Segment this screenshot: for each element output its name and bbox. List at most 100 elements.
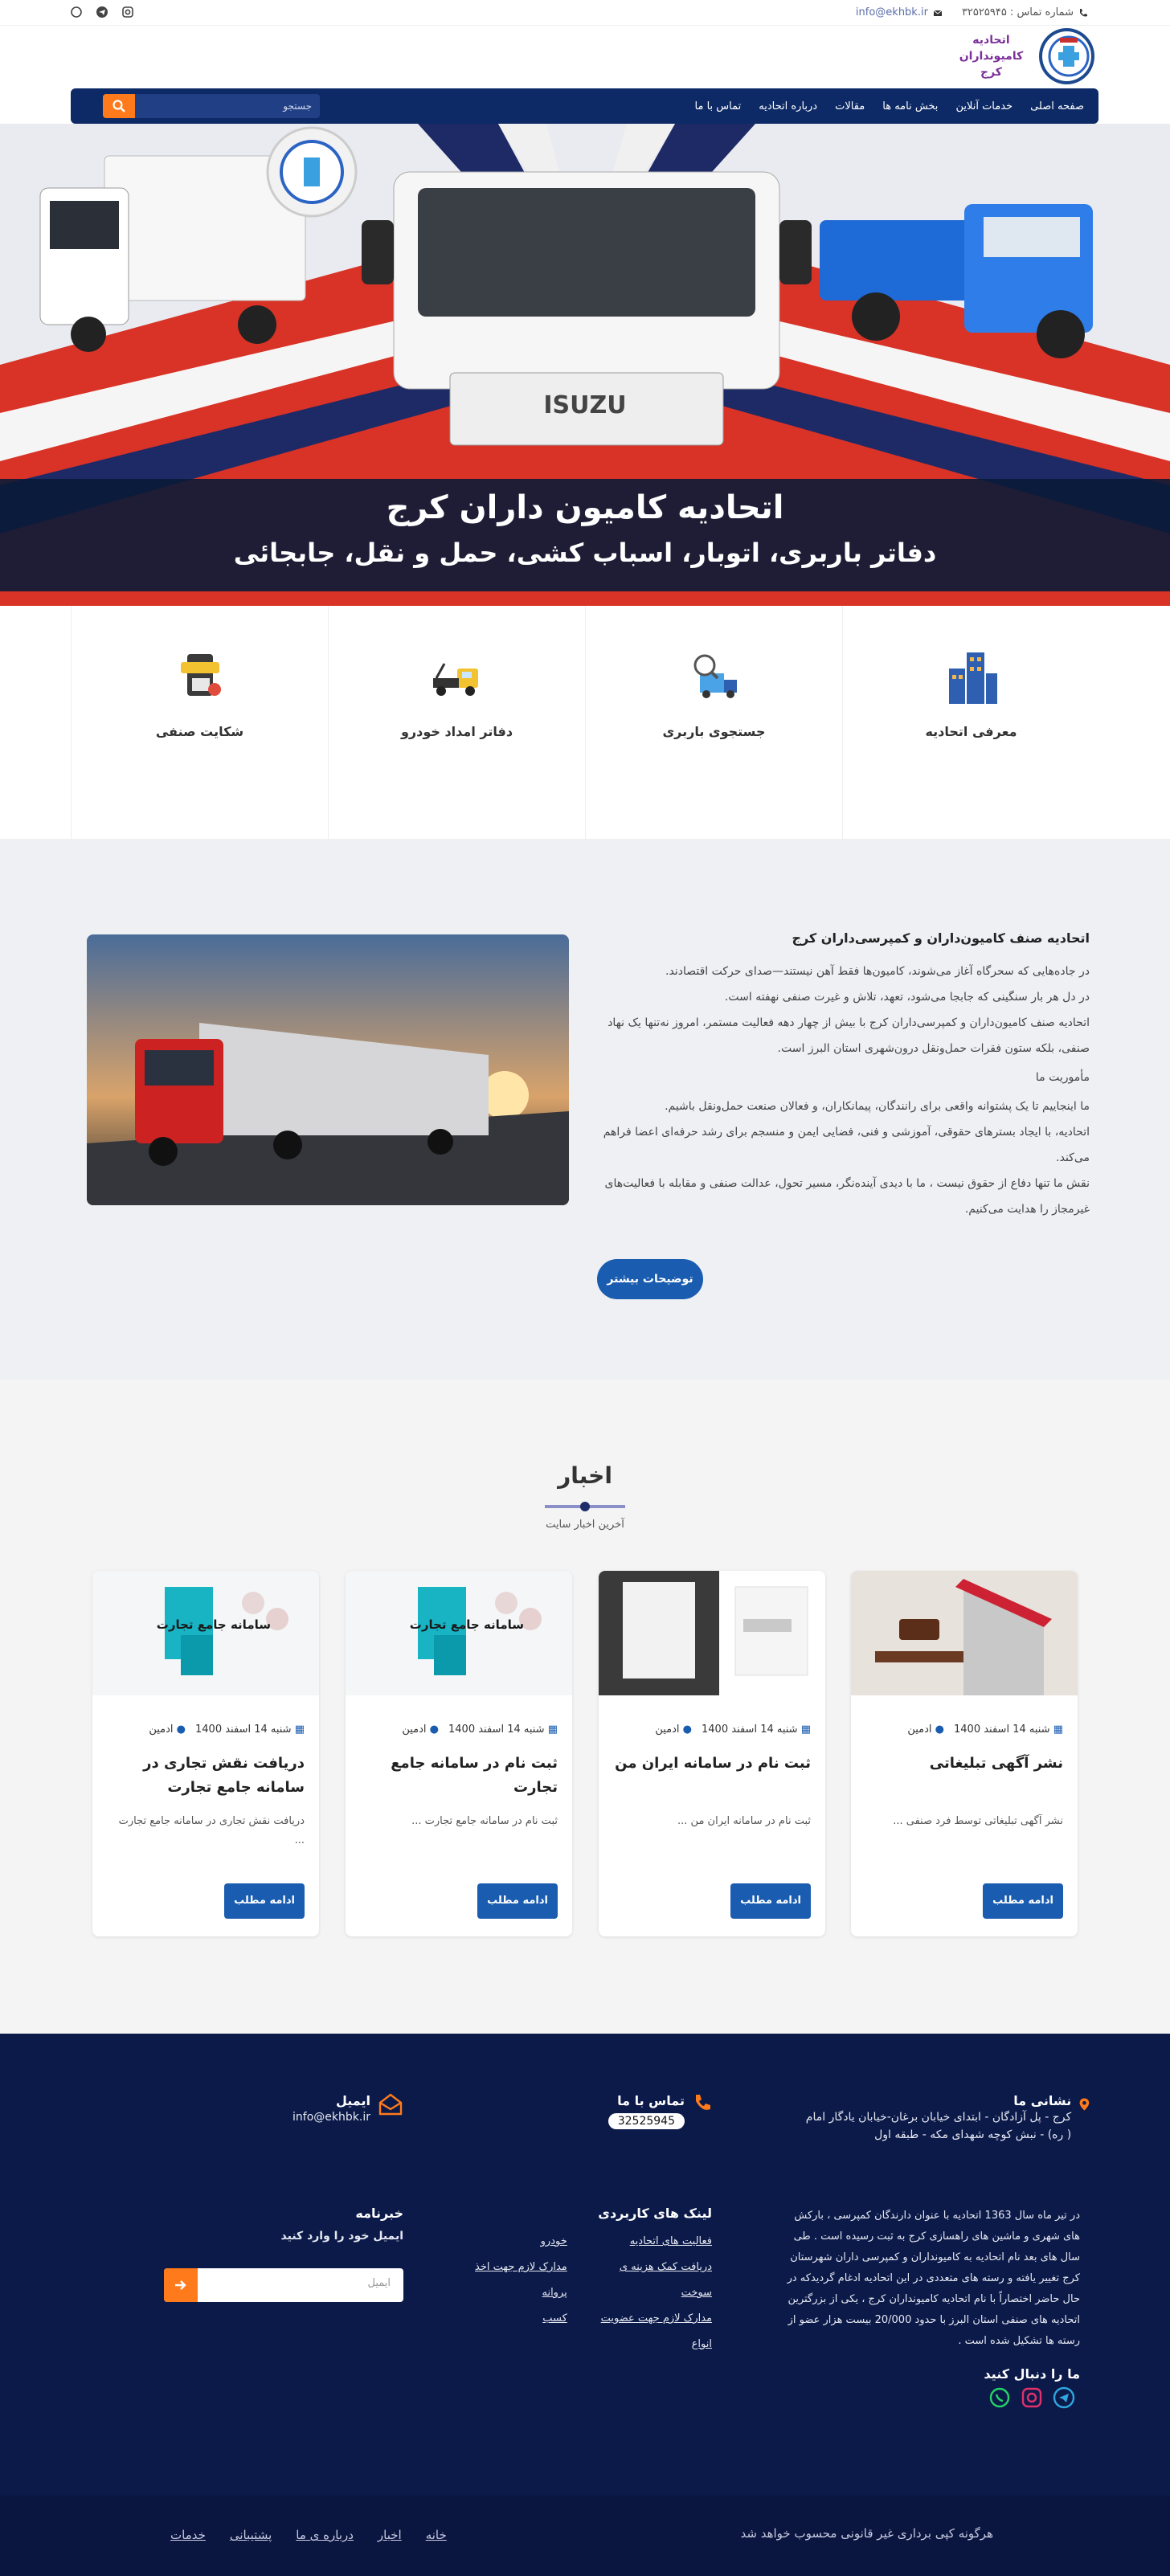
- whatsapp-icon[interactable]: [988, 2386, 1011, 2409]
- mission-title: مأموریت ما: [1035, 1071, 1090, 1084]
- news-card-image-caption: سامانه جامع تجارت: [156, 1617, 271, 1632]
- footer-bottom-bar: هرگونه کپی برداری غیر قانونی محسوب خواهد…: [0, 2496, 1170, 2576]
- news-card-title[interactable]: ثبت نام در سامانه جامع تجارت: [360, 1752, 558, 1800]
- arrow-right-icon: [175, 2280, 186, 2290]
- news-author-text: ادمین: [655, 1723, 680, 1736]
- read-more-button[interactable]: ادامه مطلب: [730, 1883, 811, 1919]
- footer-link[interactable]: خودرو: [455, 2229, 567, 2255]
- newsletter-submit-button[interactable]: [164, 2268, 198, 2302]
- news-card[interactable]: سامانه جامع تجارت ▦ شنبه 14 اسفند 1400 ●…: [346, 1571, 572, 1936]
- news-card-author: ● ادمین: [907, 1723, 944, 1736]
- bottom-links: خانه اخبار درباره ی ما پشتیبانی خدمات: [170, 2528, 447, 2542]
- nav-item-contact[interactable]: تماس با ما: [695, 100, 742, 112]
- hero-slider: ISUZU اتحادیه کامیون داران کرج دفاتر بار…: [0, 124, 1170, 606]
- news-card[interactable]: سامانه جامع تجارت ▦ شنبه 14 اسفند 1400 ●…: [92, 1571, 319, 1936]
- read-more-button[interactable]: ادامه مطلب: [983, 1883, 1063, 1919]
- news-card-date: ▦ شنبه 14 اسفند 1400: [954, 1723, 1063, 1736]
- news-card-meta: ▦ شنبه 14 اسفند 1400 ● ادمین: [149, 1723, 305, 1736]
- telegram-icon[interactable]: [95, 5, 109, 19]
- user-icon: ●: [931, 1723, 944, 1736]
- news-card-date: ▦ شنبه 14 اسفند 1400: [448, 1723, 558, 1736]
- instagram-icon[interactable]: [1021, 2386, 1043, 2409]
- footer-link[interactable]: دریافت کمک هزینه ی سوخت: [587, 2255, 712, 2306]
- news-card-title[interactable]: نشر آگهی تبلیغاتی: [865, 1752, 1063, 1776]
- top-contact: شماره تماس : ۳۲۵۲۵۹۴۵ info@ekhbk.ir: [856, 6, 1088, 18]
- contact-title: تماس با ما: [617, 2093, 685, 2108]
- news-date-text: شنبه 14 اسفند 1400: [702, 1723, 798, 1736]
- footer-link[interactable]: مدارک لازم جهت اخذ پروانه: [455, 2255, 567, 2306]
- about-paragraph: در جاده‌هایی که سحرگاه آغاز می‌شوند، کام…: [665, 965, 1090, 978]
- instagram-icon[interactable]: [121, 5, 135, 19]
- email-contact[interactable]: info@ekhbk.ir: [856, 6, 943, 18]
- service-union-intro[interactable]: معرفی اتحادیه: [842, 606, 1099, 839]
- news-card-excerpt: ثبت نام در سامانه ایران من ...: [677, 1815, 811, 1827]
- news-card[interactable]: ▦ شنبه 14 اسفند 1400 ● ادمین نشر آگهی تب…: [851, 1571, 1078, 1936]
- service-roadside-assist[interactable]: دفاتر امداد خودرو: [328, 606, 585, 839]
- phone-icon: [1080, 8, 1087, 16]
- phone-icon: [696, 2095, 710, 2110]
- news-card-image: [851, 1571, 1078, 1695]
- service-complaint[interactable]: شکایت صنفی: [71, 606, 328, 839]
- read-more-button[interactable]: ادامه مطلب: [224, 1883, 305, 1919]
- search-input[interactable]: جستجو: [135, 94, 320, 118]
- user-icon: ●: [679, 1723, 692, 1736]
- news-author-text: ادمین: [402, 1723, 427, 1736]
- nav-item-home[interactable]: صفحه اصلی: [1030, 100, 1084, 112]
- envelope-open-icon: [378, 2093, 403, 2116]
- newsletter-email-input[interactable]: ایمیل: [164, 2268, 403, 2302]
- about-truck-image: [87, 934, 569, 1205]
- news-card-title[interactable]: ثبت نام در سامانه ایران من: [613, 1752, 811, 1776]
- bottom-link-home[interactable]: خانه: [426, 2528, 447, 2542]
- footer-about-text: در تیر ماه سال 1363 اتحادیه با عنوان دار…: [787, 2210, 1080, 2347]
- about-paragraph: اتحادیه صنف کامیون‌داران و کمپرسی‌داران …: [608, 1016, 1090, 1055]
- logo-line2: کامیونداران کرج: [959, 50, 1024, 79]
- news-divider-dot: [580, 1502, 590, 1511]
- bottom-link-services[interactable]: خدمات: [170, 2528, 206, 2542]
- news-date-text: شنبه 14 اسفند 1400: [954, 1723, 1050, 1736]
- footer-email-address[interactable]: info@ekhbk.ir: [292, 2108, 370, 2126]
- news-card-title[interactable]: دریافت نقش تجاری در سامانه جامع تجارت: [107, 1752, 305, 1800]
- news-card-image-caption: سامانه جامع تجارت: [409, 1617, 524, 1632]
- bottom-link-support[interactable]: پشتیبانی: [230, 2528, 272, 2542]
- footer-social: [988, 2386, 1075, 2409]
- whatsapp-icon[interactable]: [69, 5, 84, 19]
- footer-phone[interactable]: 32525945: [608, 2113, 685, 2129]
- news-card-author: ● ادمین: [402, 1723, 439, 1736]
- delivery-truck-search-icon: [693, 654, 737, 698]
- news-subtitle: آخرین اخبار سایت: [546, 1519, 624, 1531]
- hero-title: اتحادیه کامیون داران کرج: [386, 489, 784, 526]
- footer-link[interactable]: فعالیت های اتحادیه: [587, 2229, 712, 2255]
- news-title: اخبار: [558, 1462, 612, 1489]
- news-card-meta: ▦ شنبه 14 اسفند 1400 ● ادمین: [907, 1723, 1063, 1736]
- news-card-excerpt: دریافت نقش تجاری در سامانه جامع تجارت ..…: [118, 1815, 305, 1846]
- about-paragraph: اتحادیه، با ایجاد بسترهای حقوقی، آموزشی …: [603, 1126, 1090, 1164]
- calendar-icon: ▦: [797, 1723, 811, 1736]
- news-card[interactable]: ▦ شنبه 14 اسفند 1400 ● ادمین ثبت نام در …: [599, 1571, 825, 1936]
- tow-truck-icon: [432, 663, 478, 696]
- nav-item-online-services[interactable]: خدمات آنلاین: [955, 100, 1012, 112]
- newsletter-title: خبرنامه: [355, 2206, 403, 2221]
- nav-item-about[interactable]: درباره اتحادیه: [759, 100, 817, 112]
- service-label: معرفی اتحادیه: [925, 724, 1017, 739]
- phone-contact[interactable]: شماره تماس : ۳۲۵۲۵۹۴۵: [962, 6, 1088, 18]
- news-author-text: ادمین: [907, 1723, 932, 1736]
- bottom-link-news[interactable]: اخبار: [378, 2528, 402, 2542]
- footer-link[interactable]: کسب: [455, 2306, 567, 2332]
- more-details-button[interactable]: توضیحات بیشتر: [597, 1259, 703, 1299]
- email-label: info@ekhbk.ir: [855, 6, 928, 18]
- search-button[interactable]: [103, 94, 135, 118]
- bottom-link-about[interactable]: درباره ی ما: [296, 2528, 354, 2542]
- hero-truck-brand: ISUZU: [543, 391, 626, 419]
- telegram-icon[interactable]: [1053, 2386, 1075, 2409]
- about-paragraph: ما اینجاییم تا یک پشتوانه واقعی برای ران…: [665, 1100, 1090, 1113]
- top-social: [69, 5, 135, 19]
- footer-link[interactable]: مدارک لازم جهت عضویت انواع: [587, 2306, 712, 2357]
- service-carrier-search[interactable]: جستجوی باربری: [585, 606, 842, 839]
- nav-item-articles[interactable]: مقالات: [835, 100, 865, 112]
- site-logo[interactable]: اتحادیه کامیونداران کرج: [950, 27, 1094, 85]
- read-more-button[interactable]: ادامه مطلب: [477, 1883, 558, 1919]
- nav-item-circulars[interactable]: بخش نامه ها: [882, 100, 938, 112]
- user-icon: ●: [426, 1723, 439, 1736]
- report-icon: [180, 654, 221, 696]
- search-icon: [112, 100, 125, 112]
